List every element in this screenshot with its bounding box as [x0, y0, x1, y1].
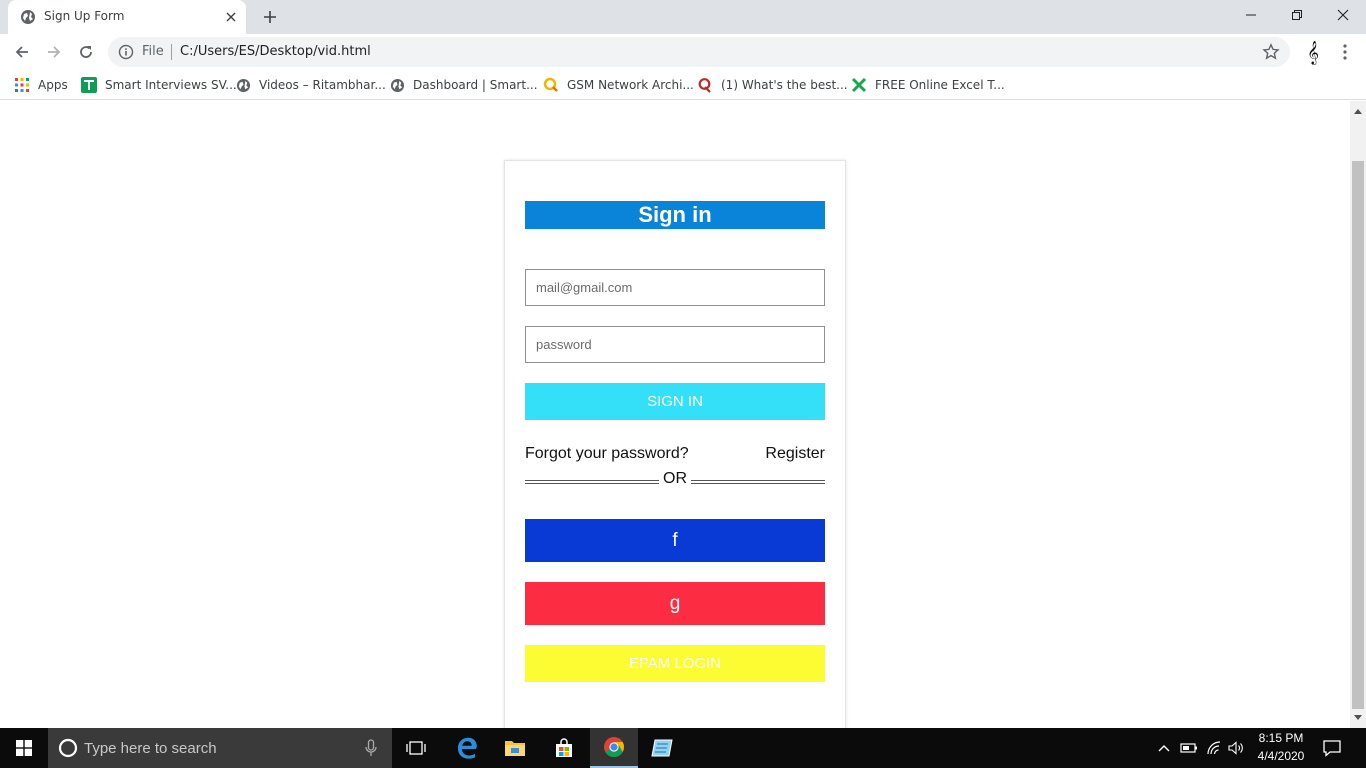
- globe-icon: [389, 77, 405, 93]
- windows-taskbar: Type here to search 8:15 PM 4/4/2020: [0, 728, 1366, 768]
- apps-grid-icon: [14, 77, 30, 93]
- forgot-password-link[interactable]: Forgot your password?: [525, 445, 689, 463]
- browser-toolbar: File C:/Users/ES/Desktop/vid.html 𝄞: [0, 34, 1366, 70]
- battery-icon[interactable]: [1180, 739, 1198, 757]
- close-tab-icon[interactable]: [222, 8, 240, 26]
- windows-start-icon[interactable]: [0, 728, 48, 768]
- notepad-app-icon[interactable]: [638, 728, 686, 768]
- scroll-thumb[interactable]: [1352, 161, 1364, 709]
- notification-center-icon[interactable]: [1322, 738, 1342, 758]
- bookmark-apps[interactable]: Apps: [14, 76, 68, 94]
- address-bar[interactable]: File C:/Users/ES/Desktop/vid.html: [108, 37, 1290, 67]
- bookmark-label: FREE Online Excel T...: [875, 78, 1005, 92]
- tab-strip: Sign Up Form: [0, 0, 1366, 34]
- globe-icon: [21, 10, 35, 24]
- url-text[interactable]: C:/Users/ES/Desktop/vid.html: [180, 44, 371, 59]
- email-field[interactable]: [525, 269, 825, 306]
- bookmark-excel[interactable]: FREE Online Excel T...: [851, 76, 1005, 94]
- password-field[interactable]: [525, 326, 825, 363]
- new-tab-button[interactable]: [258, 6, 282, 28]
- back-arrow-icon[interactable]: [9, 39, 35, 65]
- bookmark-star-icon[interactable]: [1262, 43, 1280, 61]
- forward-arrow-icon[interactable]: [41, 39, 67, 65]
- bookmark-smart-interviews[interactable]: Smart Interviews SV...: [81, 76, 237, 94]
- edge-browser-icon[interactable]: [443, 728, 491, 768]
- search-q-icon: [543, 77, 559, 93]
- restore-window-icon[interactable]: [1274, 0, 1320, 30]
- chevron-up-icon[interactable]: [1155, 739, 1173, 757]
- excel-x-icon: [851, 77, 867, 93]
- browser-tab[interactable]: Sign Up Form: [8, 0, 246, 34]
- taskbar-search-box[interactable]: Type here to search: [48, 728, 392, 768]
- file-explorer-icon[interactable]: [491, 728, 539, 768]
- clock-time[interactable]: 8:15 PM: [1256, 731, 1306, 745]
- globe-icon: [235, 77, 251, 93]
- microsoft-store-icon[interactable]: [540, 728, 588, 768]
- info-icon[interactable]: [118, 44, 134, 60]
- google-login-button[interactable]: g: [525, 582, 825, 625]
- browser-menu-icon[interactable]: [1332, 39, 1358, 65]
- wifi-icon[interactable]: [1205, 739, 1223, 757]
- bookmark-label: Smart Interviews SV...: [105, 78, 237, 92]
- chrome-browser-icon[interactable]: [590, 728, 638, 768]
- clock-date[interactable]: 4/4/2020: [1252, 749, 1310, 763]
- epam-login-button[interactable]: EPAM LOGIN: [525, 645, 825, 682]
- microphone-icon[interactable]: [364, 739, 378, 757]
- address-separator: [171, 44, 172, 60]
- divider-line-right: [691, 480, 825, 484]
- bookmark-label: Apps: [38, 78, 68, 92]
- divider-line-left: [525, 480, 659, 484]
- minimize-window-icon[interactable]: [1228, 0, 1274, 30]
- page-scrollbar[interactable]: [1350, 101, 1366, 728]
- quora-icon: [697, 77, 713, 93]
- reload-icon[interactable]: [73, 39, 99, 65]
- bookmark-label: Videos – Ritambhar...: [259, 78, 386, 92]
- register-link[interactable]: Register: [765, 445, 825, 463]
- scheme-label: File: [142, 44, 164, 59]
- bookmark-label: Dashboard | Smart...: [413, 78, 538, 92]
- scroll-down-arrow-icon[interactable]: [1350, 710, 1366, 726]
- bookmark-dashboard[interactable]: Dashboard | Smart...: [389, 76, 538, 94]
- bookmarks-bar: Apps Smart Interviews SV... Videos – Rit…: [0, 70, 1366, 100]
- scroll-up-arrow-icon[interactable]: [1350, 103, 1366, 119]
- cortana-icon: [58, 738, 78, 758]
- bookmark-quora[interactable]: (1) What's the best...: [697, 76, 848, 94]
- signin-button[interactable]: SIGN IN: [525, 383, 825, 420]
- search-placeholder: Type here to search: [84, 740, 217, 757]
- divider-or-text: OR: [663, 470, 687, 487]
- treble-clef-extension-icon[interactable]: 𝄞: [1300, 39, 1326, 65]
- speaker-volume-icon[interactable]: [1228, 739, 1246, 757]
- page-viewport: Sign in SIGN IN Forgot your password? Re…: [0, 101, 1350, 728]
- signin-title: Sign in: [525, 201, 825, 229]
- signin-card: Sign in SIGN IN Forgot your password? Re…: [504, 160, 846, 728]
- bookmark-gsm-network[interactable]: GSM Network Archi...: [543, 76, 694, 94]
- smart-interviews-icon: [81, 77, 97, 93]
- bookmark-videos[interactable]: Videos – Ritambhar...: [235, 76, 386, 94]
- bookmark-label: GSM Network Archi...: [567, 78, 694, 92]
- task-view-icon[interactable]: [392, 728, 440, 768]
- bookmark-label: (1) What's the best...: [721, 78, 848, 92]
- close-window-icon[interactable]: [1320, 0, 1366, 30]
- facebook-login-button[interactable]: f: [525, 519, 825, 562]
- tab-title: Sign Up Form: [44, 9, 125, 23]
